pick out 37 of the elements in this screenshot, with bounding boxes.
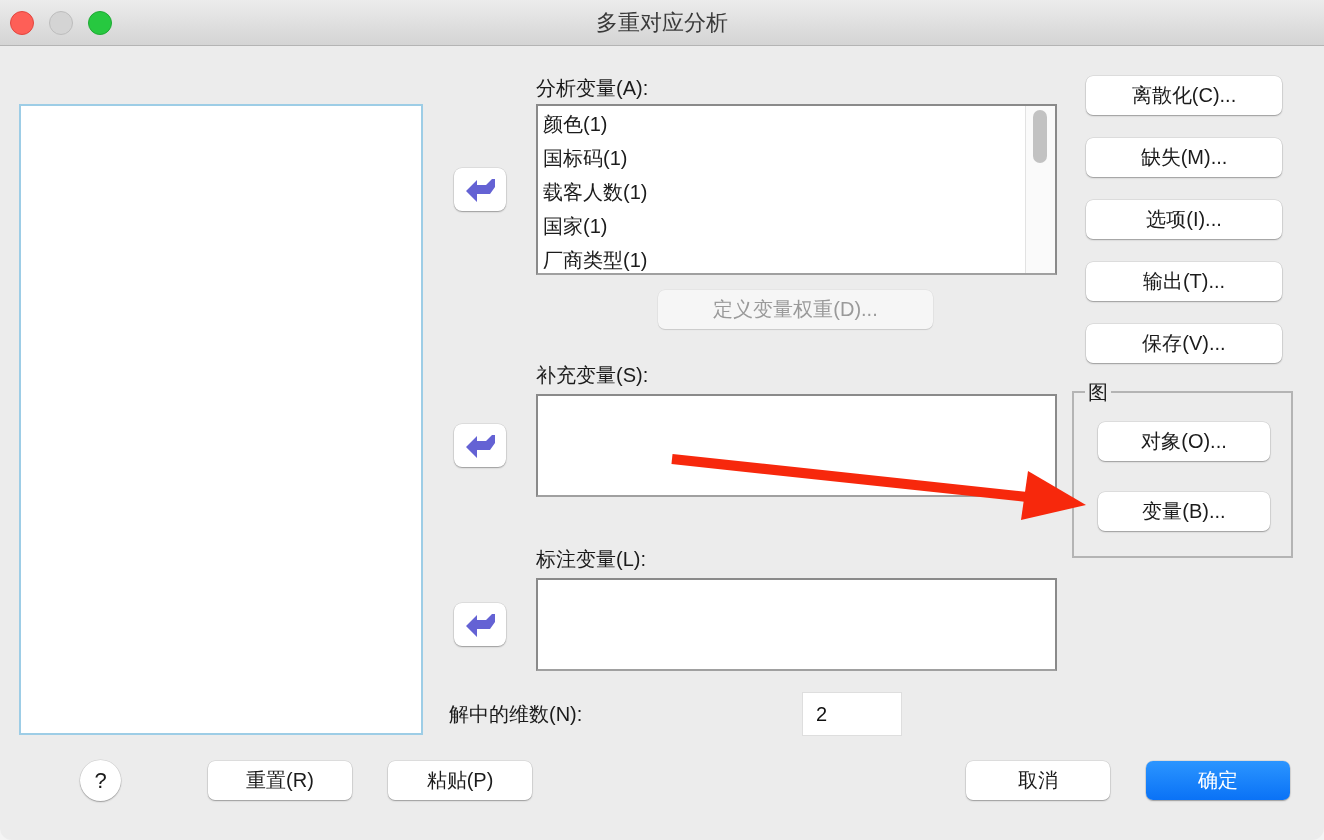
close-icon[interactable]	[10, 10, 34, 35]
zoom-icon[interactable]	[88, 10, 112, 35]
list-item[interactable]: 载客人数(1)	[543, 175, 648, 209]
list-label: 分析变量(A):	[536, 76, 649, 100]
move-button[interactable]	[454, 424, 506, 467]
help-button[interactable]: ?	[80, 760, 121, 801]
move-button[interactable]	[454, 603, 506, 646]
variable-listbox[interactable]	[536, 394, 1057, 497]
footer-button[interactable]: 粘贴(P)	[388, 761, 532, 800]
plot-button[interactable]: 变量(B)...	[1098, 492, 1270, 531]
dimensions-field[interactable]: 2	[803, 693, 901, 735]
footer-button[interactable]: 确定	[1146, 761, 1290, 800]
left-arrow-icon	[465, 611, 495, 638]
list-item[interactable]: 颜色(1)	[543, 107, 608, 141]
footer-button[interactable]: 重置(R)	[208, 761, 352, 800]
dialog-button[interactable]: 缺失(M)...	[1086, 138, 1282, 177]
list-label: 补充变量(S):	[536, 363, 649, 387]
scrollbar[interactable]	[1025, 106, 1055, 273]
dialog-button[interactable]: 选项(I)...	[1086, 200, 1282, 239]
list-item[interactable]: 国标码(1)	[543, 141, 628, 175]
variable-listbox[interactable]: 颜色(1) 国标码(1) 载客人数(1) 国家(1) 厂商类型(1)	[536, 104, 1057, 275]
dialog-button[interactable]: 输出(T)...	[1086, 262, 1282, 301]
left-arrow-icon	[465, 432, 495, 459]
dimensions-label: 解中的维数(N):	[449, 701, 584, 727]
dialog-button[interactable]: 保存(V)...	[1086, 324, 1282, 363]
window-title: 多重对应分析	[596, 8, 728, 37]
list-item[interactable]: 厂商类型(1)	[543, 243, 648, 273]
footer-button[interactable]: 取消	[966, 761, 1110, 800]
dialog-button[interactable]: 离散化(C)...	[1086, 76, 1282, 115]
left-arrow-icon	[465, 176, 495, 203]
plot-button[interactable]: 对象(O)...	[1098, 422, 1270, 461]
group-title: 图	[1087, 380, 1109, 404]
variable-listbox[interactable]	[536, 578, 1057, 671]
move-button[interactable]	[454, 168, 506, 211]
list-label: 标注变量(L):	[536, 547, 646, 571]
list-item[interactable]: 国家(1)	[543, 209, 608, 243]
scrollbar-thumb[interactable]	[1033, 110, 1047, 163]
